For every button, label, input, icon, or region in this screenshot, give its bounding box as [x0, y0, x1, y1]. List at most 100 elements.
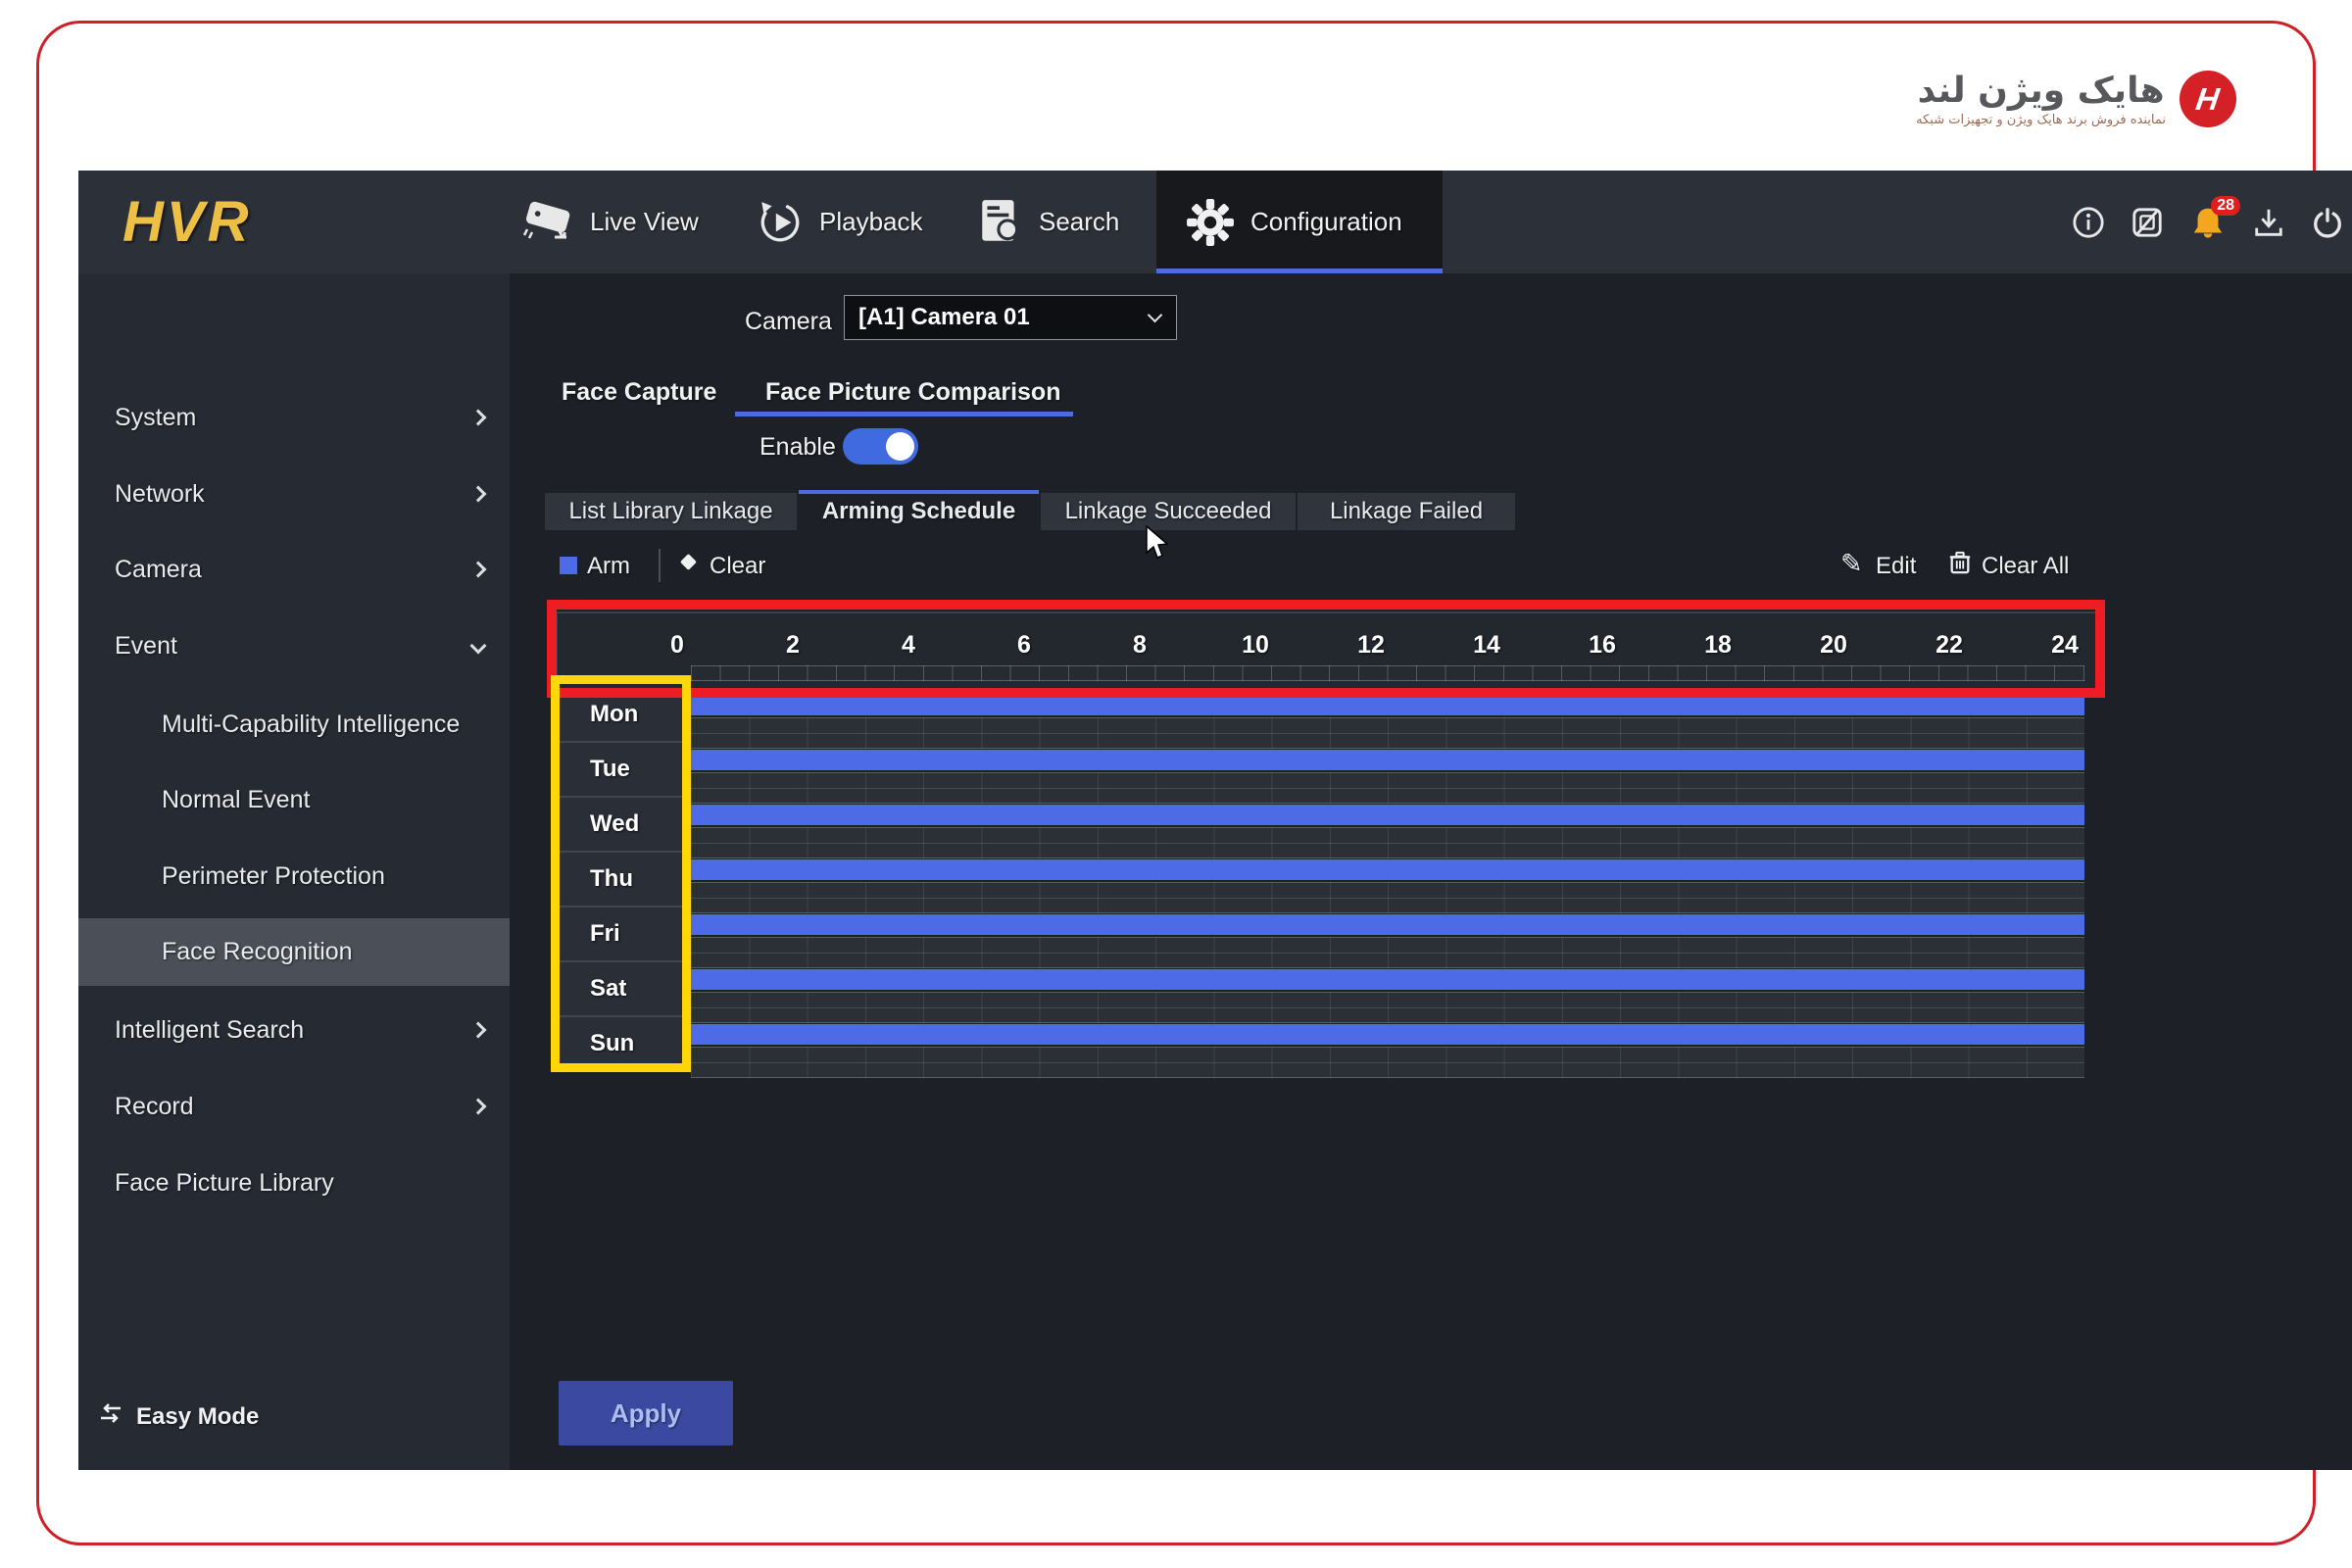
schedule-grid[interactable]	[691, 688, 2084, 1080]
sidebar-item-label: System	[115, 404, 196, 432]
sidebar-item-label: Face Recognition	[162, 938, 353, 966]
arm-legend-swatch	[560, 557, 577, 574]
day-label-column: MonTueWedThuFriSatSun	[557, 688, 684, 1074]
partner-brand: هایک ویژن لند نماینده فروش برند هایک ویژ…	[1916, 71, 2236, 127]
camera-select[interactable]: [A1] Camera 01	[844, 295, 1177, 340]
armed-period[interactable]	[691, 859, 2084, 880]
schedule-row-grid[interactable]	[691, 772, 2084, 804]
subtab-linkage-succeeded[interactable]: Linkage Succeeded	[1041, 493, 1296, 530]
schedule-row-sat[interactable]	[691, 969, 2084, 990]
hour-label: 8	[1110, 631, 1169, 660]
sidebar-item-face-recognition[interactable]: Face Recognition	[78, 918, 510, 986]
sidebar-item-label: Perimeter Protection	[162, 862, 385, 891]
hour-ruler	[691, 665, 2084, 681]
day-label-mon[interactable]: Mon	[557, 688, 684, 743]
armed-period[interactable]	[691, 914, 2084, 935]
playback-icon	[757, 199, 804, 246]
subtabs: List Library LinkageArming ScheduleLinka…	[545, 493, 1517, 533]
armed-period[interactable]	[691, 805, 2084, 825]
sidebar-item-record[interactable]: Record	[78, 1085, 510, 1128]
sidebar-item-network[interactable]: Network	[78, 472, 510, 515]
topnav-item-live-view[interactable]: Live View	[521, 171, 699, 273]
schedule-row-grid[interactable]	[691, 882, 2084, 913]
edit-button[interactable]: Edit	[1876, 553, 1916, 580]
subtab-arming-schedule[interactable]: Arming Schedule	[799, 490, 1039, 530]
sidebar-item-intelligent-search[interactable]: Intelligent Search	[78, 1008, 510, 1052]
schedule-row-grid[interactable]	[691, 717, 2084, 749]
armed-period[interactable]	[691, 750, 2084, 770]
sidebar-item-label: Face Picture Library	[115, 1169, 334, 1198]
nvr-ui: HVR Live View Playback Search Configuration…	[78, 171, 2352, 1470]
schedule-row-grid[interactable]	[691, 992, 2084, 1023]
alarm-bell-icon[interactable]: 28	[2189, 204, 2227, 241]
chevron-right-icon	[470, 1022, 487, 1039]
day-label-fri[interactable]: Fri	[557, 907, 684, 962]
app-card: هایک ویژن لند نماینده فروش برند هایک ویژ…	[36, 21, 2316, 1545]
day-label-tue[interactable]: Tue	[557, 743, 684, 798]
active-tab-underline	[735, 412, 1073, 416]
sidebar-item-perimeter-protection[interactable]: Perimeter Protection	[78, 855, 510, 898]
sidebar-item-label: Camera	[115, 556, 202, 584]
sidebar-item-face-picture-library[interactable]: Face Picture Library	[78, 1161, 510, 1204]
hour-label: 6	[995, 631, 1054, 660]
armed-period[interactable]	[691, 695, 2084, 715]
topnav-label: Live View	[590, 207, 699, 237]
sidebar-item-multi-capability-intelligence[interactable]: Multi-Capability Intelligence	[78, 703, 510, 746]
schedule-row-grid[interactable]	[691, 827, 2084, 858]
partner-name: هایک ویژن لند	[1918, 72, 2165, 111]
schedule-row-grid[interactable]	[691, 937, 2084, 968]
sidebar-item-system[interactable]: System	[78, 396, 510, 439]
sidebar-item-normal-event[interactable]: Normal Event	[78, 778, 510, 821]
clear-all-button[interactable]: Clear All	[1982, 553, 2069, 580]
power-icon[interactable]	[2311, 206, 2344, 239]
download-icon[interactable]	[2252, 206, 2285, 239]
day-label-sun[interactable]: Sun	[557, 1017, 684, 1072]
topnav-label: Playback	[819, 207, 923, 237]
schedule-row-wed[interactable]	[691, 805, 2084, 825]
topnav-item-configuration[interactable]: Configuration	[1156, 171, 1443, 273]
sidebar-item-camera[interactable]: Camera	[78, 548, 510, 591]
toggle-knob	[886, 432, 914, 461]
armed-period[interactable]	[691, 1024, 2084, 1045]
subtab-linkage-failed[interactable]: Linkage Failed	[1298, 493, 1515, 530]
hour-label: 16	[1573, 631, 1632, 660]
top-navigation: HVR Live View Playback Search Configuration…	[78, 171, 2352, 273]
schedule-row-grid[interactable]	[691, 1047, 2084, 1078]
hour-label: 18	[1689, 631, 1747, 660]
chevron-right-icon	[470, 486, 487, 503]
hour-labels: 024681012141618202224	[557, 631, 2097, 662]
sidebar-item-label: Normal Event	[162, 786, 310, 814]
eraser-icon	[676, 549, 700, 581]
info-icon[interactable]	[2072, 206, 2105, 239]
enable-label: Enable	[760, 433, 836, 462]
enable-toggle[interactable]	[843, 428, 918, 465]
schedule-row-sun[interactable]	[691, 1024, 2084, 1045]
schedule-row-mon[interactable]	[691, 695, 2084, 715]
topnav-item-search[interactable]: Search	[978, 171, 1119, 273]
sidebar-item-event[interactable]: Event	[78, 624, 510, 667]
day-label-wed[interactable]: Wed	[557, 798, 684, 853]
page: هایک ویژن لند نماینده فروش برند هایک ویژ…	[0, 0, 2352, 1568]
camera-select-value: [A1] Camera 01	[858, 304, 1030, 331]
tab-face-capture[interactable]: Face Capture	[562, 378, 716, 412]
hour-label: 0	[648, 631, 707, 660]
topnav-item-playback[interactable]: Playback	[757, 171, 923, 273]
sidebar: Easy Mode System Network Camera Event Multi-…	[78, 273, 510, 1470]
hour-label: 2	[763, 631, 822, 660]
hvr-logo: HVR	[122, 171, 251, 273]
subtab-list-library-linkage[interactable]: List Library Linkage	[545, 493, 797, 530]
hour-label: 4	[879, 631, 938, 660]
day-label-thu[interactable]: Thu	[557, 853, 684, 907]
schedule-row-fri[interactable]	[691, 914, 2084, 935]
trash-icon	[1948, 549, 1972, 583]
apply-button[interactable]: Apply	[559, 1381, 733, 1446]
easy-mode-button[interactable]: Easy Mode	[97, 1402, 259, 1431]
display-off-icon[interactable]	[2131, 206, 2164, 239]
armed-period[interactable]	[691, 969, 2084, 990]
sidebar-item-label: Network	[115, 480, 205, 509]
clear-button[interactable]: Clear	[710, 553, 765, 580]
schedule-row-tue[interactable]	[691, 750, 2084, 770]
day-label-sat[interactable]: Sat	[557, 962, 684, 1017]
schedule-row-thu[interactable]	[691, 859, 2084, 880]
tab-face-picture-comparison[interactable]: Face Picture Comparison	[765, 378, 1060, 412]
